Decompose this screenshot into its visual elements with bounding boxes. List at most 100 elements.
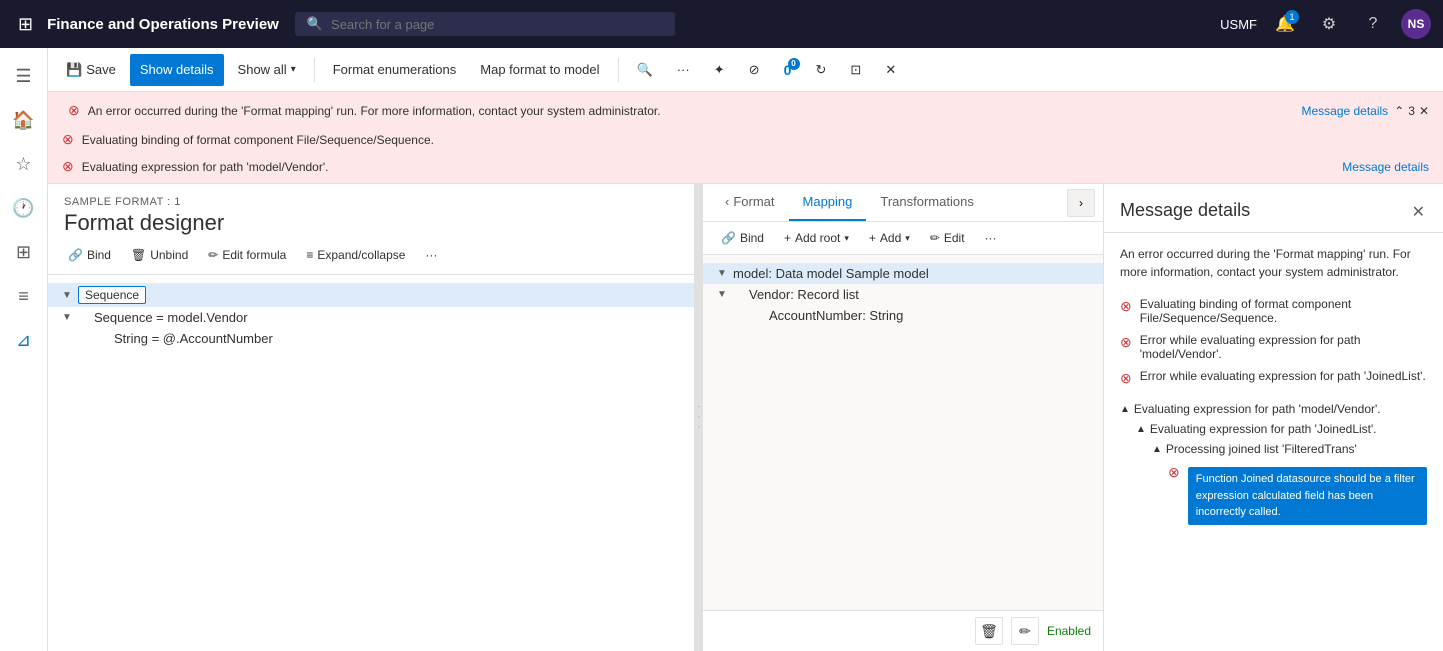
bind-button[interactable]: 🔗 Bind: [60, 244, 119, 266]
show-all-button[interactable]: Show all ▾: [228, 54, 306, 86]
expand-vendor-icon: ▲: [1120, 404, 1130, 415]
mapping-panel: ‹ Format Mapping Transformations › 🔗 Bin…: [703, 184, 1103, 651]
add-root-button[interactable]: + Add root ▾: [776, 228, 857, 248]
help-icon[interactable]: ?: [1357, 8, 1389, 40]
panel-subtitle: SAMPLE FORMAT : 1: [64, 196, 678, 208]
notification-badge: 1: [1285, 10, 1299, 24]
action-toolbar: 💾 Save Show details Show all ▾ Format en…: [48, 48, 1443, 92]
search-box: 🔍: [295, 12, 675, 36]
msg-error-1: ⊗ Error while evaluating expression for …: [1120, 329, 1427, 365]
toolbar-badge: 0: [788, 58, 800, 70]
tree-node-string-account[interactable]: String = @.AccountNumber: [48, 328, 694, 349]
sequence-label-box: Sequence: [78, 286, 146, 304]
design-button[interactable]: ✦: [704, 54, 735, 86]
toggle-account: [715, 309, 729, 323]
tab-mapping[interactable]: Mapping: [789, 184, 867, 221]
sidebar-item-menu[interactable]: ☰: [4, 56, 44, 96]
sidebar-item-home[interactable]: 🏠: [4, 100, 44, 140]
msg-expand-joinedlist[interactable]: ▲ Evaluating expression for path 'Joined…: [1136, 419, 1427, 439]
sidebar-item-filter[interactable]: ⊿: [4, 320, 44, 360]
mapping-node-account[interactable]: AccountNumber: String: [703, 305, 1103, 326]
app-layout: ☰ 🏠 ☆ 🕐 ⊞ ≡ ⊿ 💾 Save Show details Show a…: [0, 48, 1443, 651]
toggle-icon-vendor[interactable]: ▼: [60, 311, 74, 325]
format-enumerations-button[interactable]: Format enumerations: [323, 54, 467, 86]
mapping-node-vendor[interactable]: ▼ Vendor: Record list: [703, 284, 1103, 305]
save-button[interactable]: 💾 Save: [56, 54, 126, 86]
msg-expand-vendor[interactable]: ▲ Evaluating expression for path 'model/…: [1120, 399, 1427, 419]
message-panel-header: Message details ✕: [1104, 184, 1443, 233]
message-panel-title: Message details: [1120, 200, 1250, 221]
close-error-icon[interactable]: ✕: [1419, 104, 1429, 118]
tree-node-sequence[interactable]: ▼ Sequence: [48, 283, 694, 307]
error-collapse[interactable]: ⌃ 3 ✕: [1394, 104, 1429, 118]
unbind-button[interactable]: 🗑 Unbind: [123, 244, 196, 266]
map-format-button[interactable]: Map format to model: [470, 54, 609, 86]
msg-highlight-container: ⊗ Function Joined datasource should be a…: [1152, 459, 1427, 529]
expand-collapse-button[interactable]: ≡ Expand/collapse: [298, 244, 413, 266]
add-button[interactable]: + Add ▾: [861, 228, 918, 248]
error-text-0: An error occurred during the 'Format map…: [88, 104, 1294, 118]
mapping-nav-btn[interactable]: ›: [1067, 189, 1095, 217]
tab-format[interactable]: ‹ Format: [711, 184, 789, 221]
sequence-vendor-label: Sequence = model.Vendor: [94, 310, 248, 325]
designer-area: SAMPLE FORMAT : 1 Format designer 🔗 Bind…: [48, 184, 1443, 651]
string-account-label: String = @.AccountNumber: [114, 331, 273, 346]
badge-btn[interactable]: 0 0: [774, 56, 802, 84]
formula-icon: ✏: [208, 248, 218, 262]
tree-node-sequence-vendor[interactable]: ▼ Sequence = model.Vendor: [48, 307, 694, 328]
sidebar-item-modules[interactable]: ≡: [4, 276, 44, 316]
close-designer-button[interactable]: ✕: [875, 54, 906, 86]
search-button[interactable]: 🔍: [627, 54, 663, 86]
delete-mapping-button[interactable]: 🗑: [975, 617, 1003, 645]
refresh-button[interactable]: ↻: [806, 54, 837, 86]
error-row-0: ⊗ An error occurred during the 'Format m…: [62, 98, 1394, 123]
resize-handle[interactable]: · · ·: [695, 184, 703, 651]
toggle-icon-sequence[interactable]: ▼: [60, 288, 74, 302]
format-tree: ▼ Sequence ▼ Sequence = model.Vendor: [48, 275, 694, 651]
unlink-icon: 🗑: [131, 248, 146, 262]
panel-title: Format designer: [64, 210, 678, 236]
tab-format-chevron: ‹: [725, 194, 729, 209]
edit-mapping-button[interactable]: ✏: [1011, 617, 1039, 645]
sidebar-item-workspaces[interactable]: ⊞: [4, 232, 44, 272]
message-panel-close-button[interactable]: ✕: [1410, 200, 1427, 224]
tab-transformations[interactable]: Transformations: [866, 184, 987, 221]
message-details-link-2[interactable]: Message details: [1342, 160, 1429, 174]
highlight-text: Function Joined datasource should be a f…: [1188, 467, 1427, 525]
compare-button[interactable]: ⊘: [739, 54, 770, 86]
msg-expand-filteredtrans[interactable]: ▲ Processing joined list 'FilteredTrans': [1152, 439, 1427, 459]
show-details-button[interactable]: Show details: [130, 54, 224, 86]
mapping-tree: ▼ model: Data model Sample model ▼ Vendo…: [703, 255, 1103, 610]
message-details-link-0[interactable]: Message details: [1301, 104, 1388, 118]
message-panel: Message details ✕ An error occurred duri…: [1103, 184, 1443, 651]
mapping-bind-button[interactable]: 🔗 Bind: [713, 228, 772, 248]
more-mapping-button[interactable]: ···: [977, 228, 1005, 248]
open-new-button[interactable]: ⊡: [840, 54, 871, 86]
mapping-toolbar: 🔗 Bind + Add root ▾ + Add ▾ ✏: [703, 222, 1103, 255]
more-options-button[interactable]: ···: [667, 54, 700, 86]
edit-icon: ✏: [930, 231, 940, 245]
sidebar-item-favorites[interactable]: ☆: [4, 144, 44, 184]
more-format-button[interactable]: ···: [417, 244, 445, 266]
settings-icon[interactable]: ⚙: [1313, 8, 1345, 40]
search-input[interactable]: [331, 17, 663, 32]
error-header-row: ⊗ An error occurred during the 'Format m…: [56, 96, 1435, 125]
error-count: 3: [1408, 104, 1415, 118]
msg-error-text-0: Evaluating binding of format component F…: [1140, 297, 1427, 325]
notification-bell[interactable]: 🔔 1: [1269, 8, 1301, 40]
toggle-model[interactable]: ▼: [715, 267, 729, 281]
add-root-chevron-icon: ▾: [844, 233, 849, 244]
msg-highlight-icon-row: ⊗ Function Joined datasource should be a…: [1168, 459, 1427, 529]
error-text-2: Evaluating expression for path 'model/Ve…: [82, 160, 1335, 174]
edit-formula-button[interactable]: ✏ Edit formula: [200, 244, 294, 266]
edit-button[interactable]: ✏ Edit: [922, 228, 973, 248]
error-icon-2: ⊗: [62, 158, 74, 175]
grid-menu-icon[interactable]: ⊞: [12, 8, 39, 41]
sidebar-item-recent[interactable]: 🕐: [4, 188, 44, 228]
expand-joinedlist-label: Evaluating expression for path 'JoinedLi…: [1150, 422, 1377, 436]
toolbar-separator-2: [618, 58, 619, 82]
toggle-vendor[interactable]: ▼: [715, 288, 729, 302]
avatar[interactable]: NS: [1401, 9, 1431, 39]
msg-error-icon-1: ⊗: [1120, 334, 1132, 351]
mapping-node-model[interactable]: ▼ model: Data model Sample model: [703, 263, 1103, 284]
